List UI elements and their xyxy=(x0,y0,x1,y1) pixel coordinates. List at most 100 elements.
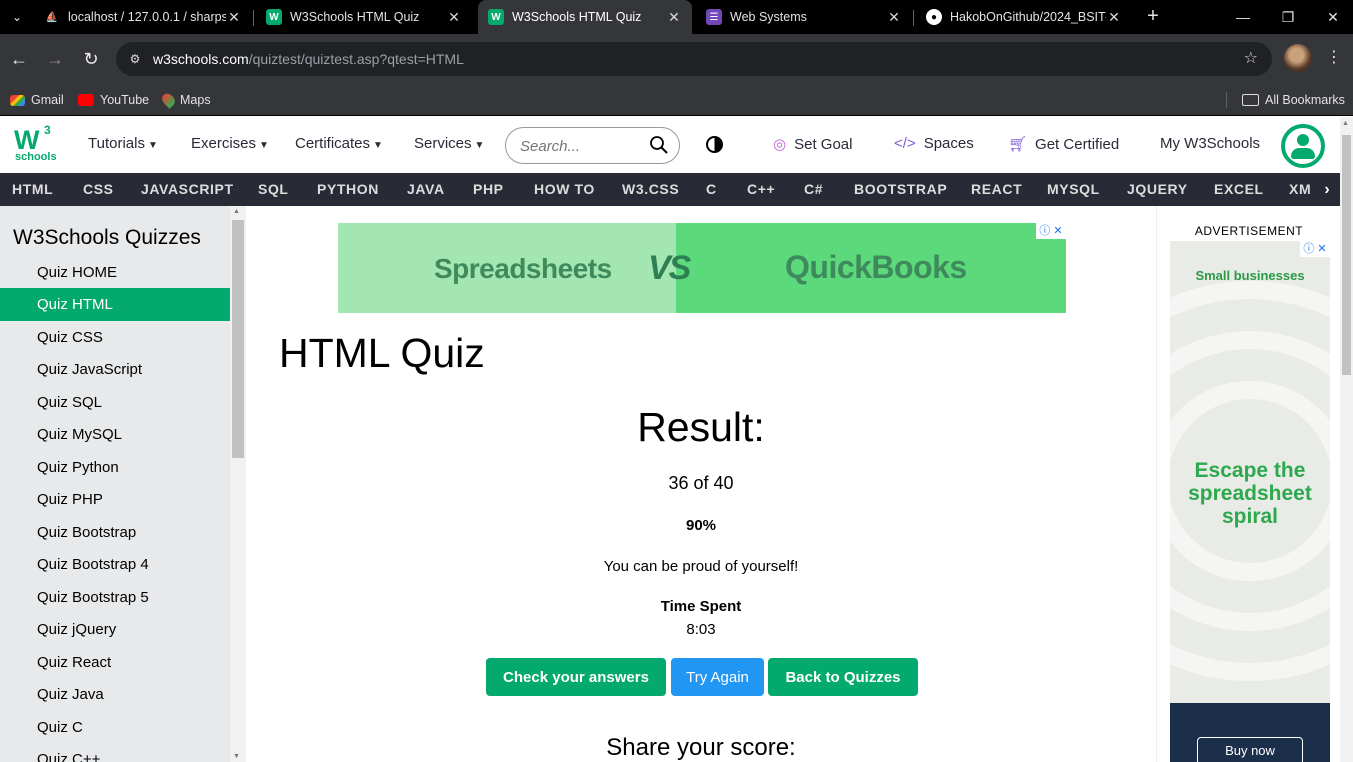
browser-tab-active[interactable]: W W3Schools HTML Quiz ✕ xyxy=(478,0,692,34)
site-info-icon[interactable]: ⚙ xyxy=(126,50,144,68)
sidebar-item-quiz-mysql[interactable]: Quiz MySQL xyxy=(0,418,230,451)
subject-link-sql[interactable]: SQL xyxy=(258,181,289,197)
browser-menu-icon[interactable]: ⋮ xyxy=(1326,48,1342,68)
subject-link-excel[interactable]: EXCEL xyxy=(1214,181,1264,197)
sidebar-item-quiz-bootstrap4[interactable]: Quiz Bootstrap 4 xyxy=(0,548,230,581)
check-answers-button[interactable]: Check your answers xyxy=(486,658,666,696)
sidebar-item-quiz-cpp[interactable]: Quiz C++ xyxy=(0,743,230,762)
tab-close-icon[interactable]: ✕ xyxy=(446,9,462,26)
sidebar-item-quiz-html[interactable]: Quiz HTML xyxy=(0,288,230,321)
subject-link-bootstrap[interactable]: BOOTSTRAP xyxy=(854,181,947,197)
services-menu[interactable]: Services ▼ xyxy=(414,135,484,152)
sidebar-item-quiz-java[interactable]: Quiz Java xyxy=(0,678,230,711)
minimize-icon[interactable]: — xyxy=(1220,0,1266,34)
sidebar-item-quiz-home[interactable]: Quiz HOME xyxy=(0,256,230,289)
bookmark-maps[interactable]: Maps xyxy=(159,84,211,116)
bookmark-star-icon[interactable]: ☆ xyxy=(1244,48,1258,68)
adchoices-icon[interactable]: ⓘ ✕ xyxy=(1300,241,1330,257)
new-tab-button[interactable]: + xyxy=(1142,5,1164,27)
sidebar-item-quiz-php[interactable]: Quiz PHP xyxy=(0,483,230,516)
sidebar-item-quiz-bootstrap5[interactable]: Quiz Bootstrap 5 xyxy=(0,581,230,614)
close-window-icon[interactable]: ✕ xyxy=(1310,0,1353,34)
banner-advertisement[interactable]: Spreadsheets VS QuickBooks ⓘ ✕ xyxy=(338,223,1066,313)
restore-icon[interactable]: ❐ xyxy=(1265,0,1311,34)
my-w3schools-link[interactable]: My W3Schools xyxy=(1160,135,1260,152)
time-spent-value: 8:03 xyxy=(686,621,716,638)
sidebar-item-quiz-react[interactable]: Quiz React xyxy=(0,646,230,679)
scroll-up-arrow-icon[interactable]: ▲ xyxy=(233,208,240,215)
subject-link-w3css[interactable]: W3.CSS xyxy=(622,181,679,197)
sidebar-item-quiz-python[interactable]: Quiz Python xyxy=(0,451,230,484)
code-icon: </> xyxy=(894,135,916,152)
search-icon[interactable] xyxy=(649,135,669,155)
tutorials-menu[interactable]: Tutorials ▼ xyxy=(88,135,158,152)
try-again-button[interactable]: Try Again xyxy=(671,658,764,696)
subject-link-css[interactable]: CSS xyxy=(83,181,114,197)
sidebar-scroll-thumb[interactable] xyxy=(232,220,244,458)
sidebar-item-quiz-bootstrap[interactable]: Quiz Bootstrap xyxy=(0,516,230,549)
buy-now-button[interactable]: Buy now xyxy=(1197,737,1303,762)
back-arrow-icon[interactable]: ← xyxy=(6,46,32,72)
browser-tab[interactable]: W W3Schools HTML Quiz ✕ xyxy=(256,0,472,34)
profile-avatar[interactable] xyxy=(1284,44,1312,72)
ad-headline: Small businesses xyxy=(1195,268,1305,283)
spaces-link[interactable]: </> Spaces xyxy=(894,135,974,152)
page-scroll-thumb[interactable] xyxy=(1342,135,1351,375)
subject-link-howto[interactable]: HOW TO xyxy=(534,181,595,197)
browser-tab[interactable]: ● HakobOnGithub/2024_BSIT- ✕ xyxy=(916,0,1132,34)
subject-link-xml[interactable]: XM xyxy=(1289,181,1311,197)
browser-tab[interactable]: ☰ Web Systems ✕ xyxy=(696,0,912,34)
search-box[interactable] xyxy=(505,127,680,164)
sidebar-item-quiz-javascript[interactable]: Quiz JavaScript xyxy=(0,353,230,386)
user-account-icon[interactable] xyxy=(1281,124,1325,168)
subject-link-javascript[interactable]: JAVASCRIPT xyxy=(141,181,234,197)
exercises-menu[interactable]: Exercises ▼ xyxy=(191,135,269,152)
side-advertisement[interactable]: Small businesses Escape the spreadsheet … xyxy=(1170,241,1330,762)
forward-arrow-icon[interactable]: → xyxy=(42,46,68,72)
bookmark-gmail[interactable]: Gmail xyxy=(10,84,64,116)
tab-close-icon[interactable]: ✕ xyxy=(1106,9,1122,26)
tab-close-icon[interactable]: ✕ xyxy=(886,9,902,26)
tab-search-chevron-icon[interactable]: ⌄ xyxy=(8,8,26,26)
subject-link-html[interactable]: HTML xyxy=(12,181,53,197)
reload-icon[interactable]: ↻ xyxy=(78,46,104,72)
subject-link-c[interactable]: C xyxy=(706,181,717,197)
search-input[interactable] xyxy=(520,136,640,156)
contrast-toggle-icon[interactable] xyxy=(706,136,723,153)
set-goal-link[interactable]: ◎ Set Goal xyxy=(773,135,852,154)
page-scrollbar[interactable]: ▲ xyxy=(1340,117,1353,762)
sidebar-item-quiz-sql[interactable]: Quiz SQL xyxy=(0,386,230,419)
bookmark-youtube[interactable]: YouTube xyxy=(78,84,149,116)
caret-down-icon: ▼ xyxy=(147,140,158,151)
sidebar-item-quiz-jquery[interactable]: Quiz jQuery xyxy=(0,613,230,646)
subject-link-react[interactable]: REACT xyxy=(971,181,1022,197)
sidebar-scrollbar[interactable]: ▲ ▼ xyxy=(230,206,246,762)
url-bar[interactable]: ⚙ w3schools.com/quiztest/quiztest.asp?qt… xyxy=(116,42,1272,76)
result-message: You can be proud of yourself! xyxy=(603,558,799,575)
gmail-icon xyxy=(10,94,25,106)
url-text[interactable]: w3schools.com/quiztest/quiztest.asp?qtes… xyxy=(153,51,464,67)
get-certified-link[interactable]: 🛒︎ Get Certified xyxy=(1008,135,1119,154)
tab-close-icon[interactable]: ✕ xyxy=(226,9,242,26)
adchoices-icon[interactable]: ⓘ ✕ xyxy=(1036,223,1066,239)
w3schools-logo[interactable]: W 3 schools xyxy=(14,123,57,167)
subject-link-csharp[interactable]: C# xyxy=(804,181,823,197)
back-to-quizzes-button[interactable]: Back to Quizzes xyxy=(768,658,918,696)
subject-link-mysql[interactable]: MYSQL xyxy=(1047,181,1100,197)
browser-tab[interactable]: ⛵ localhost / 127.0.0.1 / sharps ✕ xyxy=(34,0,252,34)
subject-link-cpp[interactable]: C++ xyxy=(747,181,775,197)
subject-link-java[interactable]: JAVA xyxy=(407,181,445,197)
ad-text: QuickBooks xyxy=(785,249,967,285)
certificates-menu[interactable]: Certificates ▼ xyxy=(295,135,383,152)
tab-close-icon[interactable]: ✕ xyxy=(666,9,682,26)
scroll-down-arrow-icon[interactable]: ▼ xyxy=(233,753,240,760)
all-bookmarks[interactable]: All Bookmarks xyxy=(1242,84,1345,116)
chevron-right-icon[interactable]: › xyxy=(1314,173,1340,206)
scroll-up-arrow-icon[interactable]: ▲ xyxy=(1342,120,1349,127)
subject-link-jquery[interactable]: JQUERY xyxy=(1127,181,1188,197)
sidebar-item-quiz-css[interactable]: Quiz CSS xyxy=(0,321,230,354)
sidebar-item-quiz-c[interactable]: Quiz C xyxy=(0,711,230,744)
subject-link-php[interactable]: PHP xyxy=(473,181,504,197)
subject-link-python[interactable]: PYTHON xyxy=(317,181,379,197)
advertisement-label: ADVERTISEMENT xyxy=(1194,224,1304,238)
